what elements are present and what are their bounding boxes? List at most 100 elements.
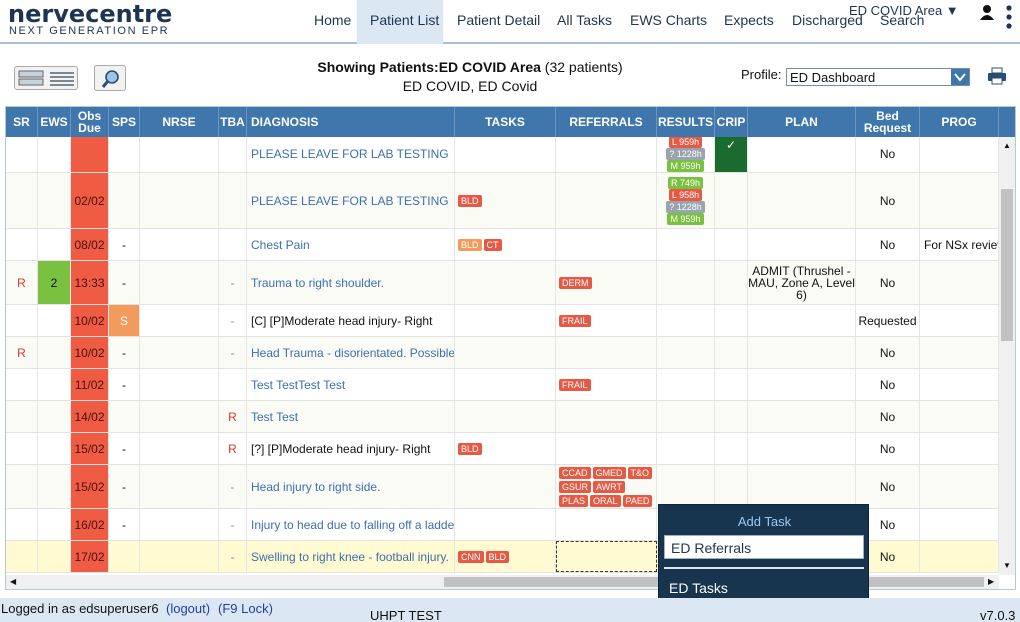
- ed-referrals-item[interactable]: ED Referrals: [664, 535, 864, 559]
- nav-patient-detail[interactable]: Patient Detail: [457, 12, 540, 28]
- tasks-cell[interactable]: CNN BLD: [455, 541, 556, 572]
- lock-link[interactable]: (F9 Lock): [218, 601, 273, 616]
- results-cell[interactable]: [657, 401, 715, 432]
- col-bed-request[interactable]: Bed Request: [856, 107, 920, 137]
- referrals-cell[interactable]: [556, 337, 657, 368]
- referral-badge[interactable]: T&O: [627, 466, 653, 479]
- scroll-left-icon[interactable]: ◀: [10, 577, 16, 586]
- diagnosis-cell[interactable]: Test Test: [247, 401, 455, 432]
- referral-badge[interactable]: ORAL: [590, 494, 621, 507]
- diagnosis-cell[interactable]: PLEASE LEAVE FOR LAB TESTING: [247, 137, 455, 172]
- col-diagnosis[interactable]: DIAGNOSIS: [247, 107, 455, 137]
- diagnosis-cell[interactable]: Swelling to right knee - football injury…: [247, 541, 455, 572]
- diagnosis-cell[interactable]: Head Trauma - disorientated. Possible fr…: [247, 337, 455, 368]
- results-cell[interactable]: L 959h? 1228h M 959h: [657, 137, 715, 172]
- diagnosis-cell[interactable]: Trauma to right shoulder.: [247, 261, 455, 304]
- results-cell[interactable]: [657, 305, 715, 336]
- result-badge[interactable]: ? 1228h: [666, 147, 705, 160]
- col-obs-due[interactable]: Obs Due: [71, 107, 109, 137]
- task-badge[interactable]: CNN: [458, 550, 484, 563]
- vertical-scrollbar[interactable]: ▲ ▼: [999, 137, 1015, 575]
- results-cell[interactable]: [657, 369, 715, 400]
- scroll-down-icon[interactable]: ▼: [1003, 561, 1011, 570]
- referral-badge[interactable]: GMED: [592, 466, 626, 479]
- tasks-cell[interactable]: [455, 401, 556, 432]
- results-cell[interactable]: [657, 229, 715, 260]
- col-ews[interactable]: EWS: [38, 107, 71, 137]
- profile-select[interactable]: ED Dashboard: [786, 68, 970, 86]
- table-row[interactable]: 10/02 S - [C] [P]Moderate head injury- Righ…: [6, 305, 999, 337]
- scroll-up-icon[interactable]: ▲: [1003, 141, 1011, 150]
- referrals-cell[interactable]: [556, 173, 657, 228]
- col-plan[interactable]: PLAN: [748, 107, 856, 137]
- results-cell[interactable]: [657, 337, 715, 368]
- result-badge[interactable]: R 749h: [667, 176, 704, 189]
- table-row[interactable]: 15/02 - R [?] [P]Moderate head injury- Righ…: [6, 433, 999, 465]
- diagnosis-cell[interactable]: Injury to head due to falling off a ladd…: [247, 509, 455, 540]
- diagnosis-cell[interactable]: [C] [P]Moderate head injury- Right: [247, 305, 455, 336]
- referral-badge[interactable]: FRAIL: [559, 378, 591, 391]
- tasks-cell[interactable]: [455, 305, 556, 336]
- col-sr[interactable]: SR: [6, 107, 38, 137]
- tasks-cell[interactable]: [455, 337, 556, 368]
- table-row[interactable]: 02/02 PLEASE LEAVE FOR LAB TESTING BLD R 74…: [6, 173, 999, 229]
- results-cell[interactable]: R 749h L 958h? 1228h M 959h: [657, 173, 715, 228]
- referral-badge[interactable]: DERM: [559, 276, 592, 289]
- kebab-menu-icon[interactable]: [1005, 4, 1013, 30]
- diagnosis-cell[interactable]: Head injury to right side.: [247, 465, 455, 508]
- tasks-cell[interactable]: [455, 369, 556, 400]
- referral-badge[interactable]: AWRT: [593, 480, 626, 493]
- grid-view-icon[interactable]: [18, 70, 44, 87]
- table-row[interactable]: 14/02 R Test Test No: [6, 401, 999, 433]
- referrals-cell[interactable]: FRAIL: [556, 305, 657, 336]
- task-badge[interactable]: CT: [483, 238, 502, 251]
- table-row[interactable]: 11/02 - Test TestTest Test FRAIL No: [6, 369, 999, 401]
- result-badge[interactable]: M 959h: [667, 212, 704, 225]
- referral-badge[interactable]: FRAIL: [559, 314, 591, 327]
- tasks-cell[interactable]: [455, 137, 556, 172]
- col-results[interactable]: RESULTS: [657, 107, 715, 137]
- task-badge[interactable]: BLD: [458, 442, 482, 455]
- col-prog[interactable]: PROG: [920, 107, 999, 137]
- referrals-cell[interactable]: [556, 401, 657, 432]
- diagnosis-cell[interactable]: PLEASE LEAVE FOR LAB TESTING: [247, 173, 455, 228]
- table-row[interactable]: 15/02 - - Head injury to right side. CCAD GME…: [6, 465, 999, 509]
- referral-badge[interactable]: CCAD: [559, 466, 591, 479]
- col-tba[interactable]: TBA: [219, 107, 247, 137]
- referrals-cell[interactable]: [556, 433, 657, 464]
- col-tasks[interactable]: TASKS: [455, 107, 556, 137]
- diagnosis-cell[interactable]: Test TestTest Test: [247, 369, 455, 400]
- task-badge[interactable]: BLD: [485, 550, 510, 563]
- tasks-cell[interactable]: BLD CT: [455, 229, 556, 260]
- col-crip[interactable]: CRIP: [715, 107, 748, 137]
- area-selector[interactable]: ED COVID Area ▼: [849, 3, 959, 18]
- referral-badge[interactable]: PLAS: [559, 494, 589, 507]
- ed-tasks-item[interactable]: ED Tasks: [669, 580, 728, 596]
- result-badge[interactable]: L 958h: [668, 188, 703, 201]
- tasks-cell[interactable]: [455, 509, 556, 540]
- referral-badge[interactable]: GSUR: [559, 480, 592, 493]
- table-row[interactable]: R 2 13:33 - - Trauma to right shoulder. DERM AD…: [6, 261, 999, 305]
- diagnosis-cell[interactable]: Chest Pain: [247, 229, 455, 260]
- referrals-cell[interactable]: [556, 509, 657, 540]
- nav-home[interactable]: Home: [314, 12, 351, 28]
- result-badge[interactable]: L 959h: [668, 137, 703, 148]
- vertical-scroll-thumb[interactable]: [1001, 189, 1013, 341]
- referrals-cell[interactable]: [556, 541, 657, 572]
- table-row[interactable]: 08/02 - Chest Pain BLD CT No For NSx review: [6, 229, 999, 261]
- results-cell[interactable]: [657, 465, 715, 508]
- task-badge[interactable]: BLD: [458, 238, 482, 251]
- results-cell[interactable]: [657, 433, 715, 464]
- table-row[interactable]: PLEASE LEAVE FOR LAB TESTING L 959h? 1228…: [6, 137, 999, 173]
- col-referrals[interactable]: REFERRALS: [556, 107, 657, 137]
- scroll-right-icon[interactable]: ▶: [988, 577, 994, 586]
- referral-badge[interactable]: PAED: [622, 494, 653, 507]
- printer-icon[interactable]: [987, 67, 1007, 85]
- nav-expects[interactable]: Expects: [724, 12, 774, 28]
- user-icon[interactable]: [979, 4, 995, 20]
- task-badge[interactable]: BLD: [458, 194, 482, 207]
- result-badge[interactable]: M 959h: [667, 159, 704, 172]
- tasks-cell[interactable]: BLD: [455, 433, 556, 464]
- referrals-cell[interactable]: [556, 137, 657, 172]
- result-badge[interactable]: ? 1228h: [666, 200, 705, 213]
